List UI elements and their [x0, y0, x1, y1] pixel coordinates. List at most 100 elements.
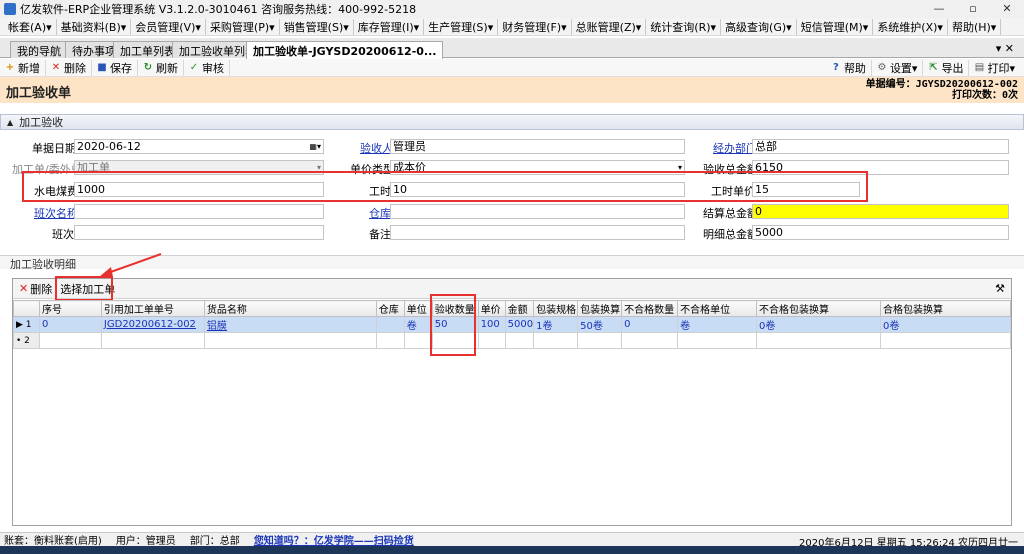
- collapse-icon[interactable]: ▲: [7, 118, 13, 127]
- menu-finance[interactable]: 财务管理(F)▾: [498, 18, 572, 35]
- export-icon: ⇱: [929, 62, 938, 73]
- export-button[interactable]: ⇱ 导出: [923, 60, 970, 76]
- remark-field[interactable]: [390, 225, 685, 240]
- close-icon[interactable]: ✕: [990, 0, 1024, 18]
- minimize-icon[interactable]: —: [922, 0, 956, 18]
- col-header[interactable]: 货品名称: [203, 300, 377, 317]
- print-button[interactable]: ▤ 打印▾: [969, 60, 1020, 76]
- table-cell[interactable]: 卷: [403, 316, 433, 333]
- table-cell[interactable]: [38, 332, 102, 349]
- table-cell[interactable]: 1卷: [533, 316, 579, 333]
- bill-date-field[interactable]: 2020-06-12 ▦▾: [74, 139, 324, 154]
- table-cell[interactable]: 0卷: [756, 316, 881, 333]
- table-cell[interactable]: [203, 332, 377, 349]
- col-header[interactable]: 单位: [403, 300, 433, 317]
- bill-date-label: 单据日期: [32, 142, 76, 155]
- table-cell[interactable]: 0卷: [879, 316, 1012, 333]
- menu-basic-data[interactable]: 基础资料(B)▾: [57, 18, 132, 35]
- refresh-button[interactable]: ↻ 刷新: [138, 59, 184, 76]
- grid-delete-button[interactable]: ✕ 删除: [15, 281, 56, 297]
- warehouse-field[interactable]: [390, 204, 685, 219]
- menu-member[interactable]: 会员管理(V)▾: [131, 18, 206, 35]
- shift-name-label[interactable]: 班次名称: [34, 205, 78, 221]
- table-cell[interactable]: 0: [621, 316, 679, 333]
- detail-total-field[interactable]: 5000: [752, 225, 1009, 240]
- hours-field[interactable]: 10: [390, 182, 685, 197]
- col-header[interactable]: 序号: [38, 300, 102, 317]
- table-cell-link[interactable]: 铝膜: [203, 316, 377, 333]
- delete-button[interactable]: ✕ 删除: [46, 59, 92, 76]
- col-header[interactable]: 包装换算: [577, 300, 623, 317]
- receiver-label[interactable]: 验收人: [360, 140, 393, 156]
- maximize-icon[interactable]: ▫: [956, 0, 990, 18]
- menu-purchase[interactable]: 采购管理(P)▾: [206, 18, 280, 35]
- new-button[interactable]: + 新增: [0, 59, 46, 76]
- col-header[interactable]: 引用加工单单号: [100, 300, 205, 317]
- menu-help[interactable]: 帮助(H)▾: [948, 18, 1002, 35]
- status-promo-link[interactable]: 您知道吗？：亿发学院——扫码捡货: [254, 532, 414, 547]
- col-header[interactable]: 不合格包装换算: [756, 300, 881, 317]
- table-cell[interactable]: [375, 316, 405, 333]
- shift-name-field[interactable]: [74, 204, 324, 219]
- hour-price-field[interactable]: 15: [752, 182, 860, 197]
- receiver-field[interactable]: 管理员: [390, 139, 685, 154]
- tab-my-navigation[interactable]: 我的导航: [10, 41, 68, 58]
- table-cell[interactable]: [375, 332, 405, 349]
- col-header[interactable]: 不合格数量: [621, 300, 679, 317]
- col-header[interactable]: 不合格单位: [677, 300, 758, 317]
- save-button[interactable]: ■ 保存: [92, 59, 138, 76]
- table-row-empty[interactable]: • 2: [13, 332, 1012, 349]
- table-cell[interactable]: [756, 332, 881, 349]
- settle-total-field[interactable]: 0: [752, 204, 1009, 219]
- menu-sales[interactable]: 销售管理(S)▾: [280, 18, 354, 35]
- table-cell[interactable]: [621, 332, 679, 349]
- col-header[interactable]: 合格包装换算: [879, 300, 1012, 317]
- row-header[interactable]: • 2: [13, 332, 40, 349]
- section-header[interactable]: ▲ 加工验收: [0, 114, 1024, 130]
- menu-account[interactable]: 帐套(A)▾: [4, 18, 57, 35]
- utility-field[interactable]: 1000: [74, 182, 324, 197]
- table-cell[interactable]: 5000: [504, 316, 535, 333]
- bill-header: 加工验收单 单据编号：JGYSD20200612-002 打印次数：0次: [0, 77, 1024, 103]
- page-title: 加工验收单: [6, 86, 72, 101]
- table-cell[interactable]: [477, 332, 506, 349]
- status-department: 部门：总部: [189, 536, 240, 547]
- menu-sms[interactable]: 短信管理(M)▾: [797, 18, 874, 35]
- table-row[interactable]: ▶ 1 0 JGD20200612-002 铝膜 卷 50 100 5000 1…: [13, 316, 1012, 333]
- table-cell[interactable]: 0: [38, 316, 102, 333]
- table-cell[interactable]: 卷: [677, 316, 758, 333]
- col-header[interactable]: 仓库: [375, 300, 405, 317]
- table-cell[interactable]: [677, 332, 758, 349]
- calendar-icon[interactable]: ▦▾: [309, 140, 321, 153]
- settings-button[interactable]: ⚙ 设置▾: [872, 60, 924, 76]
- table-cell[interactable]: [100, 332, 205, 349]
- status-account: 账套：衡料账套(启用): [4, 536, 102, 547]
- col-header[interactable]: 金额: [504, 300, 535, 317]
- menu-advanced-query[interactable]: 高级查询(G)▾: [721, 18, 797, 35]
- help-button[interactable]: ? 帮助: [826, 60, 872, 76]
- menu-production[interactable]: 生产管理(S)▾: [424, 18, 499, 35]
- wrench-icon[interactable]: ⚒: [995, 282, 1005, 295]
- table-cell[interactable]: [504, 332, 535, 349]
- approve-button[interactable]: ✓ 审核: [184, 59, 230, 76]
- shift-field[interactable]: [74, 225, 324, 240]
- table-cell[interactable]: [879, 332, 1012, 349]
- menu-statistics[interactable]: 统计查询(R)▾: [646, 18, 722, 35]
- dept-label[interactable]: 经办部门: [713, 140, 757, 156]
- table-cell-link[interactable]: JGD20200612-002: [100, 316, 205, 333]
- row-header[interactable]: ▶ 1: [13, 316, 40, 333]
- dept-field[interactable]: 总部: [752, 139, 1009, 154]
- menu-inventory[interactable]: 库存管理(I)▾: [354, 18, 425, 35]
- menu-ledger[interactable]: 总账管理(Z)▾: [572, 18, 647, 35]
- col-header[interactable]: 单价: [477, 300, 506, 317]
- col-header[interactable]: 包装规格: [533, 300, 579, 317]
- warehouse-label[interactable]: 仓库: [369, 205, 391, 221]
- table-cell[interactable]: [577, 332, 623, 349]
- table-cell[interactable]: [533, 332, 579, 349]
- table-cell[interactable]: 50卷: [577, 316, 623, 333]
- table-cell[interactable]: [403, 332, 433, 349]
- tab-close-icon[interactable]: ▾ ✕: [996, 42, 1014, 55]
- menu-system[interactable]: 系统维护(X)▾: [873, 18, 948, 35]
- table-cell[interactable]: 100: [477, 316, 506, 333]
- tab-acceptance-bill[interactable]: 加工验收单-JGYSD20200612-0...: [246, 41, 444, 59]
